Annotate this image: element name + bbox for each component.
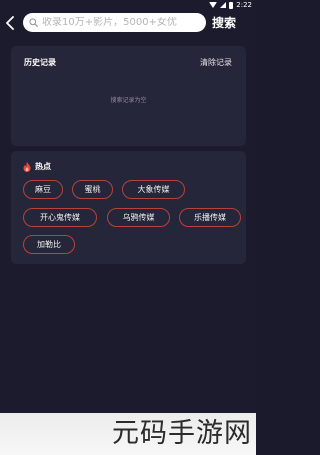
hot-tag-jialebi[interactable]: 加勒比: [23, 235, 75, 254]
history-card: 历史记录 清除记录 搜索记录为空: [11, 46, 246, 146]
status-bar: 2:22: [0, 0, 256, 10]
hot-card: 热点 麻豆 蜜桃 大象传媒 开心鬼传媒 乌鸦传媒 乐播传媒 加勒比: [11, 151, 246, 264]
watermark-text: 元码手游网: [112, 418, 252, 449]
clear-history-button[interactable]: 清除记录: [200, 58, 232, 68]
search-icon: [29, 18, 38, 27]
battery-icon: [229, 1, 234, 9]
fire-icon: [23, 162, 31, 172]
search-button[interactable]: 搜索: [212, 14, 236, 32]
hot-tag-wuya[interactable]: 乌鸦传媒: [107, 208, 170, 227]
watermark-banner: 元码手游网: [0, 413, 256, 455]
hot-tag-lebo[interactable]: 乐播传媒: [179, 208, 241, 227]
hot-tag-daxiang[interactable]: 大象传媒: [122, 180, 185, 199]
hot-title-row: 热点: [23, 162, 51, 172]
search-input[interactable]: [42, 17, 202, 28]
history-title: 历史记录: [24, 58, 56, 67]
history-empty-text: 搜索记录为空: [110, 97, 147, 104]
search-header: 搜索: [0, 10, 256, 36]
search-screen: 2:22 搜索 历史记录 清除记录 搜索记录为空 热点: [0, 0, 256, 455]
hot-tag-madou[interactable]: 麻豆: [23, 180, 63, 199]
search-box[interactable]: [23, 13, 206, 32]
back-button[interactable]: [0, 10, 20, 36]
hot-tag-kaixingui[interactable]: 开心鬼传媒: [23, 208, 97, 227]
status-time: 2:22: [236, 1, 252, 9]
hot-title: 热点: [35, 162, 51, 171]
chevron-left-icon: [6, 16, 14, 30]
signal-icon: [220, 2, 227, 8]
wifi-icon: [209, 2, 218, 8]
hot-tag-mitao[interactable]: 蜜桃: [72, 180, 113, 199]
